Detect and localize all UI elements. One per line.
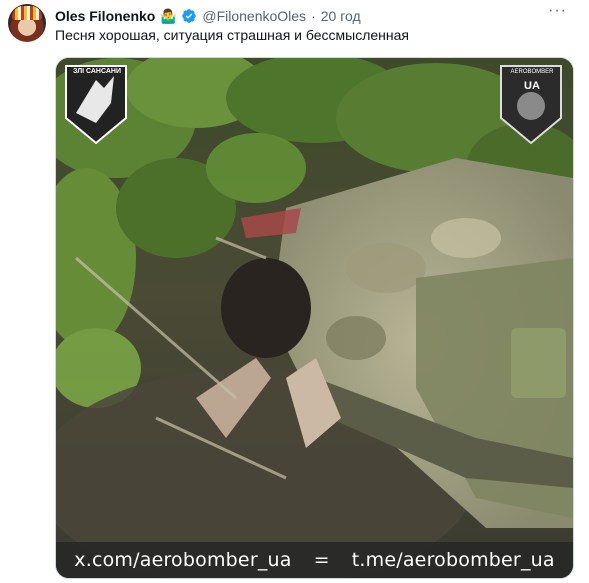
watermark-bar: x.com/aerobomber_ua = t.me/aerobomber_ua [56,542,573,578]
avatar[interactable] [8,4,46,42]
tweet-media-video[interactable]: ЗЛІ САНСАНИ AEROBOMBER UA x.com/aerobomb… [55,57,574,579]
author-handle[interactable]: @FilonenkoOles [202,8,306,24]
headdress-decoration [12,6,42,20]
more-horizontal-icon[interactable]: ··· [548,2,567,20]
tweet-text: Песня хорошая, ситуация страшная и бессм… [55,27,409,43]
watermark-left: x.com/aerobomber_ua [74,549,292,571]
watermark-separator: = [313,549,330,571]
tweet-card[interactable]: Oles Filonenko 🤷‍♂️ @FilonenkoOles · 20 … [0,0,589,583]
tweet-timestamp[interactable]: 20 год [321,8,361,24]
logo-left-text: ЗЛІ САНСАНИ [72,68,122,75]
tweet-header: Oles Filonenko 🤷‍♂️ @FilonenkoOles · 20 … [55,6,361,26]
header-separator: · [311,8,316,24]
author-emoji: 🤷‍♂️ [159,7,178,24]
watermark-right: t.me/aerobomber_ua [351,549,555,571]
logo-right-text-main: UA [524,80,540,92]
verified-badge-icon[interactable] [181,8,197,24]
logo-right-text-top: AEROBOMBER [510,69,554,75]
video-frame [56,58,573,578]
author-name[interactable]: Oles Filonenko [55,8,155,24]
